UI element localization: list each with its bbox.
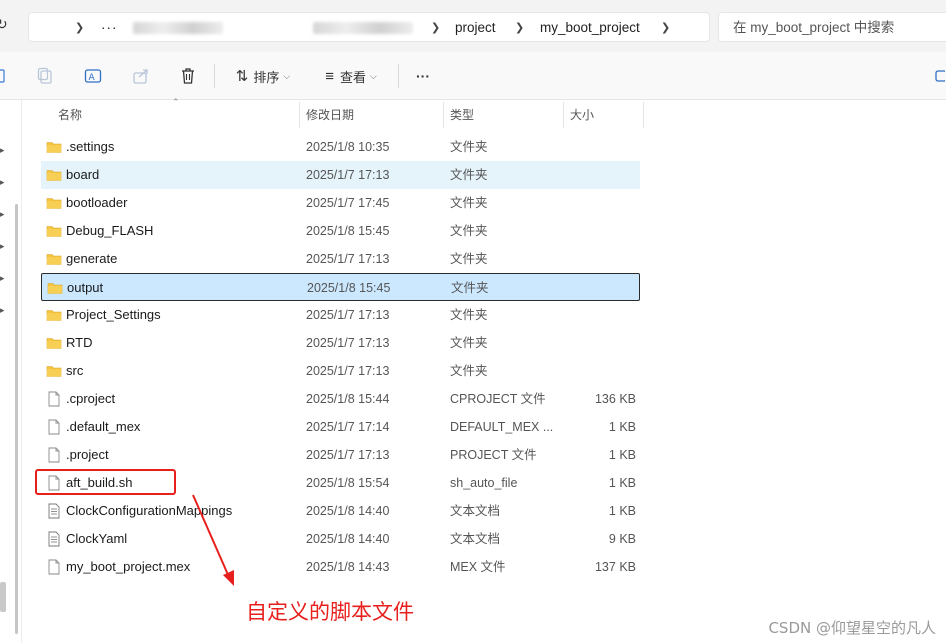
watermark: CSDN @仰望星空的凡人 bbox=[768, 619, 936, 637]
annotation-arrow bbox=[192, 494, 234, 586]
annotation-text: 自定义的脚本文件 bbox=[246, 600, 414, 624]
